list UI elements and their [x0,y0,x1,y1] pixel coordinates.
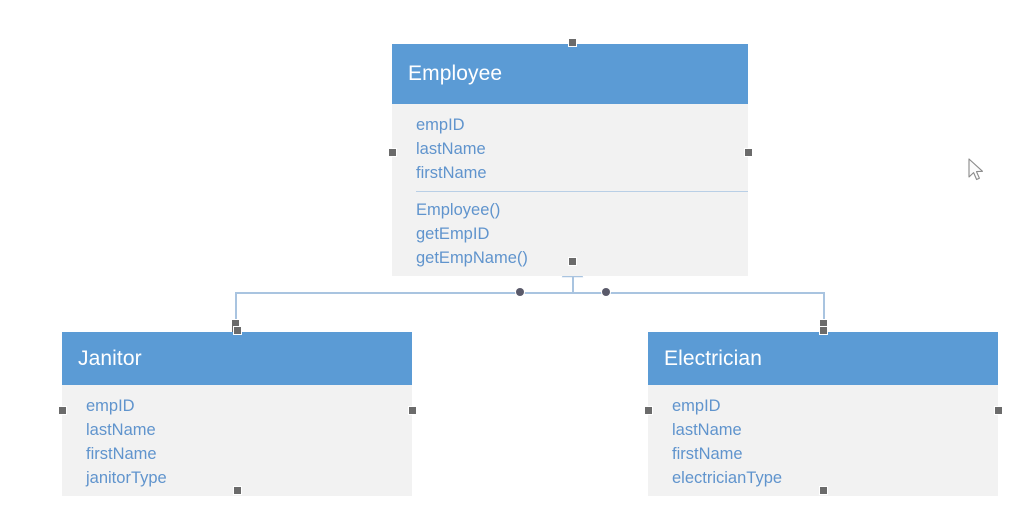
resize-handle-middle-right[interactable] [745,149,752,156]
class-box-employee[interactable]: Employee empID lastName firstName Employ… [392,44,748,276]
resize-handle-bottom-center[interactable] [569,258,576,265]
attribute-item: firstName [86,445,157,463]
class-name-employee: Employee [408,62,503,85]
connector-midpoint-handle-right[interactable] [602,288,610,296]
attribute-item: lastName [672,421,742,439]
operation-item: getEmpName() [416,249,528,267]
attribute-item: electricianType [672,469,783,487]
class-header-employee: Employee [392,44,748,104]
operation-item: getEmpID [416,225,490,243]
class-body-employee: empID lastName firstName Employee() getE… [392,104,748,276]
diagram-canvas[interactable]: Employee empID lastName firstName Employ… [0,0,1024,517]
arrow-pointer-icon [968,158,984,181]
attribute-item: empID [86,397,135,415]
resize-handle-bottom-center[interactable] [820,487,827,494]
connector-midpoint-handle-left[interactable] [516,288,524,296]
attribute-item: janitorType [86,469,167,487]
resize-handle-middle-right[interactable] [409,407,416,414]
attribute-item: empID [672,397,721,415]
class-name-electrician: Electrician [664,346,762,370]
class-body-electrician: empID lastName firstName electricianType [648,385,998,496]
class-box-electrician[interactable]: Electrician empID lastName firstName ele… [648,332,998,496]
class-box-janitor[interactable]: Janitor empID lastName firstName janitor… [62,332,412,496]
class-name-janitor: Janitor [78,346,142,370]
attribute-item: lastName [86,421,156,439]
operations-section-employee: Employee() getEmpID getEmpName() [416,191,748,270]
attribute-item: empID [416,116,465,134]
resize-handle-top-center[interactable] [569,39,576,46]
connector-horizontal-bar [235,292,824,294]
class-header-janitor: Janitor [62,332,412,385]
attribute-item: firstName [416,164,487,182]
resize-handle-middle-left[interactable] [59,407,66,414]
attribute-item: lastName [416,140,486,158]
attributes-section-janitor: empID lastName firstName janitorType [86,394,412,490]
resize-handle-middle-left[interactable] [389,149,396,156]
attributes-section-electrician: empID lastName firstName electricianType [672,394,998,490]
attribute-item: firstName [672,445,743,463]
operation-item: Employee() [416,201,501,219]
resize-handle-middle-right[interactable] [995,407,1002,414]
resize-handle-top-center[interactable] [234,327,241,334]
resize-handle-bottom-center[interactable] [234,487,241,494]
class-header-electrician: Electrician [648,332,998,385]
resize-handle-top-center[interactable] [820,327,827,334]
class-body-janitor: empID lastName firstName janitorType [62,385,412,496]
attributes-section-employee: empID lastName firstName [416,113,748,185]
resize-handle-middle-left[interactable] [645,407,652,414]
